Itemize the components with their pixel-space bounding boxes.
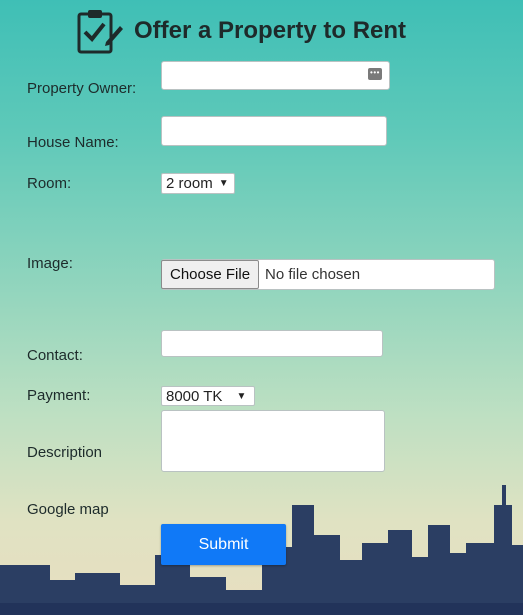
payment-label: Payment: xyxy=(27,387,91,404)
page-header: Offer a Property to Rent xyxy=(76,8,406,54)
submit-button[interactable]: Submit xyxy=(161,524,286,565)
choose-file-button[interactable]: Choose File xyxy=(161,260,260,289)
description-label: Description xyxy=(27,444,103,461)
payment-select[interactable]: 8000 TK ▼ xyxy=(161,386,255,406)
owner-input[interactable] xyxy=(162,62,389,89)
page-title: Offer a Property to Rent xyxy=(134,17,407,44)
house-field[interactable] xyxy=(161,116,387,146)
room-selected-value: 2 room xyxy=(166,175,213,192)
house-label: House Name: xyxy=(27,134,119,151)
dropdown-arrow-icon: ▼ xyxy=(236,390,247,402)
autofill-icon[interactable]: ••• xyxy=(368,68,382,80)
description-textarea[interactable] xyxy=(162,411,384,471)
description-field[interactable] xyxy=(161,410,385,472)
contact-label: Contact: xyxy=(27,347,83,364)
house-input[interactable] xyxy=(162,117,386,145)
contact-input[interactable] xyxy=(162,331,382,356)
owner-label: Property Owner: xyxy=(27,80,137,97)
room-label: Room: xyxy=(27,175,72,192)
owner-field[interactable]: ••• xyxy=(161,61,390,90)
clipboard-check-icon xyxy=(77,10,123,54)
room-select[interactable]: 2 room ▼ xyxy=(161,173,235,194)
payment-selected-value: 8000 TK xyxy=(166,387,223,405)
contact-field[interactable] xyxy=(161,330,383,357)
dropdown-arrow-icon: ▼ xyxy=(218,178,229,189)
image-label: Image: xyxy=(27,255,73,272)
file-status: No file chosen xyxy=(265,266,361,283)
image-file-input[interactable]: Choose File No file chosen xyxy=(161,259,495,290)
google-map-label: Google map xyxy=(27,501,109,518)
